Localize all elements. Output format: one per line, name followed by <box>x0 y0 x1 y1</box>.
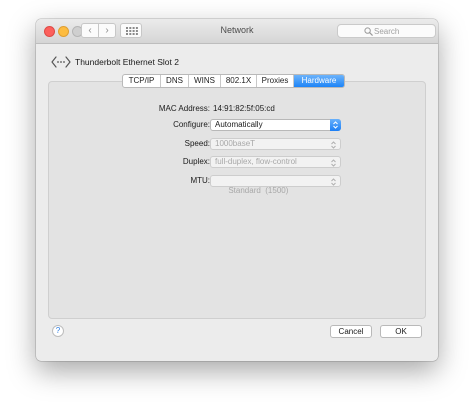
title-bar: ‹ › Network <box>36 19 438 44</box>
mac-address-label: MAC Address: <box>158 104 210 113</box>
tab-bar: TCP/IP DNS WINS 802.1X Proxies Hardware <box>122 74 345 88</box>
tab-dns[interactable]: DNS <box>161 75 189 87</box>
tab-hardware[interactable]: Hardware <box>294 75 344 87</box>
speed-row: Speed: 1000baseT <box>36 138 438 150</box>
ethernet-icon <box>51 56 71 68</box>
interface-name: Thunderbolt Ethernet Slot 2 <box>75 57 179 67</box>
up-down-chevron-icon <box>333 121 338 129</box>
search-input[interactable] <box>374 25 432 37</box>
cancel-button[interactable]: Cancel <box>330 325 372 338</box>
mtu-value: Standard (1500) <box>228 186 289 195</box>
speed-popup[interactable]: 1000baseT <box>210 138 341 150</box>
hardware-panel <box>48 81 426 319</box>
mtu-label: MTU: <box>190 176 210 185</box>
search-field[interactable] <box>337 24 436 38</box>
up-down-chevron-icon <box>331 141 336 149</box>
configure-value: Automatically <box>215 120 263 129</box>
up-down-chevron-icon <box>331 178 336 186</box>
duplex-row: Duplex: full-duplex, flow-control <box>36 156 438 168</box>
tab-proxies[interactable]: Proxies <box>257 75 294 87</box>
mtu-popup[interactable]: Standard (1500) <box>210 175 341 195</box>
mac-address-row: MAC Address: 14:91:82:5f:05:cd <box>36 103 438 115</box>
popup-arrows <box>330 119 341 131</box>
help-button[interactable]: ? <box>52 325 64 337</box>
duplex-label: Duplex: <box>182 157 210 166</box>
tab-tcpip[interactable]: TCP/IP <box>123 75 161 87</box>
tab-wins[interactable]: WINS <box>189 75 221 87</box>
search-icon <box>364 27 373 36</box>
configure-row: Configure: Automatically <box>36 119 438 131</box>
duplex-popup[interactable]: full-duplex, flow-control <box>210 156 341 168</box>
mac-address-value: 14:91:82:5f:05:cd <box>213 104 275 113</box>
network-preferences-window: ‹ › Network Search Thunderbolt Ethernet … <box>36 19 438 361</box>
configure-popup[interactable]: Automatically <box>210 119 341 131</box>
up-down-chevron-icon <box>331 159 336 167</box>
speed-value: 1000baseT <box>215 139 256 148</box>
tab-8021x[interactable]: 802.1X <box>221 75 257 87</box>
duplex-value: full-duplex, flow-control <box>215 157 297 166</box>
configure-label: Configure: <box>173 120 210 129</box>
speed-label: Speed: <box>184 139 210 148</box>
ok-button[interactable]: OK <box>380 325 422 338</box>
mtu-row: MTU: Standard (1500) <box>36 175 438 195</box>
